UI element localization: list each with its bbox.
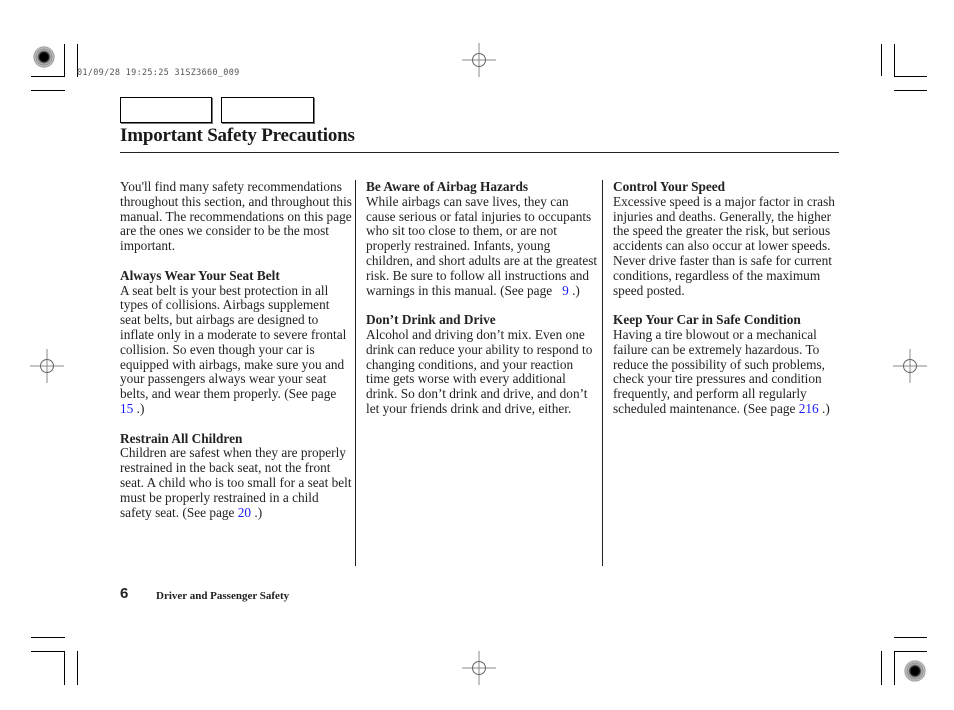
section-body: Excessive speed is a major factor in cra… [613, 193, 835, 298]
section-text: Having a tire blowout or a mechanical fa… [613, 327, 845, 417]
see-page-prefix: (See page [740, 400, 799, 416]
page-link-216[interactable]: 216 [799, 401, 819, 416]
crop-mark [64, 44, 65, 76]
section-text: A seat belt is your best protection in a… [120, 282, 352, 417]
column-divider [602, 180, 603, 566]
print-timestamp: 01/09/28 19:25:25 31SZ3660_009 [77, 68, 240, 78]
column-divider [355, 180, 356, 566]
crosshair-icon [30, 349, 64, 383]
section-text: Children are safest when they are proper… [120, 445, 352, 520]
see-page-suffix: .) [818, 400, 830, 416]
section-text: Alcohol and driving don’t mix. Even one … [366, 326, 598, 417]
nav-box-next[interactable] [221, 97, 314, 123]
section-heading: Control Your Speed [613, 179, 726, 194]
section-intro: You'll find many safety recommendations … [120, 179, 352, 254]
section-safe-condition: Keep Your Car in Safe Condition Having a… [613, 312, 845, 417]
content-column-1: You'll find many safety recommendations … [120, 179, 352, 535]
crop-mark [31, 651, 65, 652]
crop-mark [881, 651, 882, 685]
content-column-3: Control Your Speed Excessive speed is a … [613, 179, 845, 432]
crop-mark [77, 651, 78, 685]
crop-mark [31, 76, 65, 77]
crosshair-icon [462, 651, 496, 685]
registration-target-icon [904, 660, 926, 682]
page-number: 6 [120, 585, 129, 602]
crop-mark [894, 651, 927, 652]
page-link-20[interactable]: 20 [238, 505, 251, 520]
section-airbag-hazards: Be Aware of Airbag Hazards While airbags… [366, 179, 598, 299]
section-restrain-children: Restrain All Children Children are safes… [120, 430, 352, 521]
see-page-suffix: .) [568, 282, 580, 298]
section-heading: Be Aware of Airbag Hazards [366, 179, 529, 194]
crop-mark [894, 90, 927, 91]
crosshair-icon [893, 349, 927, 383]
page-link-15[interactable]: 15 [120, 401, 133, 416]
crop-mark [894, 76, 927, 77]
see-page-suffix: .) [251, 504, 263, 520]
crop-mark [881, 44, 882, 76]
crop-mark [31, 637, 65, 638]
see-page-prefix: (See page [496, 282, 563, 298]
registration-target-icon [33, 46, 55, 68]
crop-mark [31, 90, 65, 91]
page-title: Important Safety Precautions [120, 125, 355, 146]
crop-mark [64, 651, 65, 685]
crosshair-icon [462, 43, 496, 77]
crop-mark [894, 637, 927, 638]
section-heading: Keep Your Car in Safe Condition [613, 312, 801, 328]
see-page-suffix: .) [133, 400, 145, 416]
section-heading: Restrain All Children [120, 430, 243, 446]
crop-mark [894, 651, 895, 685]
section-seat-belt: Always Wear Your Seat Belt A seat belt i… [120, 267, 352, 417]
section-dont-drink-drive: Don’t Drink and Drive Alcohol and drivin… [366, 312, 598, 417]
section-control-speed: Control Your Speed Excessive speed is a … [613, 179, 845, 299]
crop-mark [894, 44, 895, 77]
section-body: You'll find many safety recommendations … [120, 179, 352, 254]
title-divider [120, 152, 839, 153]
page-link-9[interactable]: 9 [562, 283, 569, 298]
see-page-prefix: (See page [280, 386, 337, 402]
section-text: You'll find many safety recommendations … [120, 179, 352, 254]
section-body: Alcohol and driving don’t mix. Even one … [366, 326, 593, 416]
section-body: A seat belt is your best protection in a… [120, 282, 347, 402]
see-page-prefix: (See page [179, 504, 238, 520]
section-text: While airbags can save lives, they can c… [366, 194, 598, 299]
footer-section-name: Driver and Passenger Safety [156, 590, 290, 602]
content-column-2: Be Aware of Airbag Hazards While airbags… [366, 179, 598, 432]
section-text: Excessive speed is a major factor in cra… [613, 193, 845, 299]
section-heading: Don’t Drink and Drive [366, 312, 496, 328]
section-heading: Always Wear Your Seat Belt [120, 267, 280, 283]
nav-box-previous[interactable] [120, 97, 212, 123]
